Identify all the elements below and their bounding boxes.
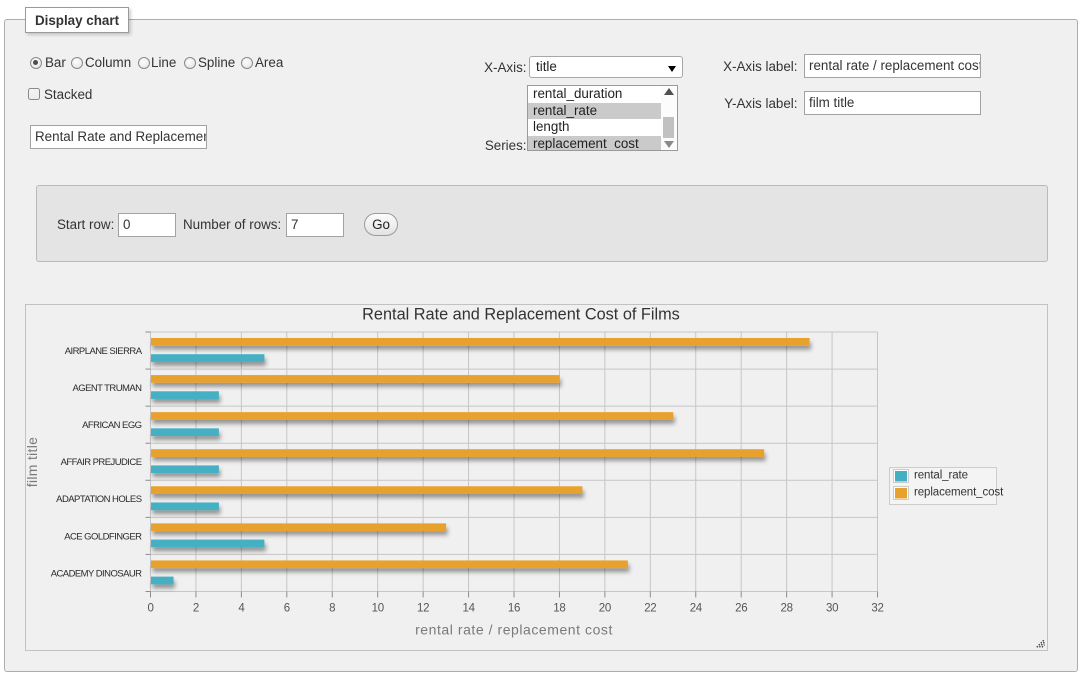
svg-text:20: 20 xyxy=(599,603,611,615)
svg-text:28: 28 xyxy=(780,603,792,615)
svg-text:AGENT TRUMAN: AGENT TRUMAN xyxy=(72,383,142,394)
svg-text:24: 24 xyxy=(690,603,703,615)
svg-text:AFRICAN EGG: AFRICAN EGG xyxy=(82,420,142,431)
svg-text:0: 0 xyxy=(147,603,153,615)
svg-text:AIRPLANE SIERRA: AIRPLANE SIERRA xyxy=(65,346,143,357)
svg-text:10: 10 xyxy=(372,603,384,615)
svg-text:rental_rate: rental_rate xyxy=(914,470,968,482)
svg-text:30: 30 xyxy=(826,603,838,615)
svg-text:26: 26 xyxy=(735,603,747,615)
svg-text:14: 14 xyxy=(462,603,475,615)
svg-text:12: 12 xyxy=(417,603,429,615)
svg-text:18: 18 xyxy=(553,603,565,615)
svg-text:AFFAIR PREJUDICE: AFFAIR PREJUDICE xyxy=(61,457,142,468)
svg-text:8: 8 xyxy=(329,603,335,615)
svg-text:16: 16 xyxy=(508,603,520,615)
svg-text:ACADEMY DINOSAUR: ACADEMY DINOSAUR xyxy=(51,568,142,579)
svg-text:ADAPTATION HOLES: ADAPTATION HOLES xyxy=(56,494,142,505)
svg-text:replacement_cost: replacement_cost xyxy=(914,487,1004,499)
svg-text:2: 2 xyxy=(193,603,199,615)
svg-text:rental rate / replacement cost: rental rate / replacement cost xyxy=(415,622,613,638)
svg-text:32: 32 xyxy=(871,603,883,615)
svg-text:ACE GOLDFINGER: ACE GOLDFINGER xyxy=(64,531,142,542)
svg-text:film title: film title xyxy=(26,437,40,487)
svg-text:Rental Rate and Replacement Co: Rental Rate and Replacement Cost of Film… xyxy=(362,306,680,324)
svg-text:6: 6 xyxy=(284,603,290,615)
svg-text:22: 22 xyxy=(644,603,656,615)
svg-text:4: 4 xyxy=(238,603,245,615)
